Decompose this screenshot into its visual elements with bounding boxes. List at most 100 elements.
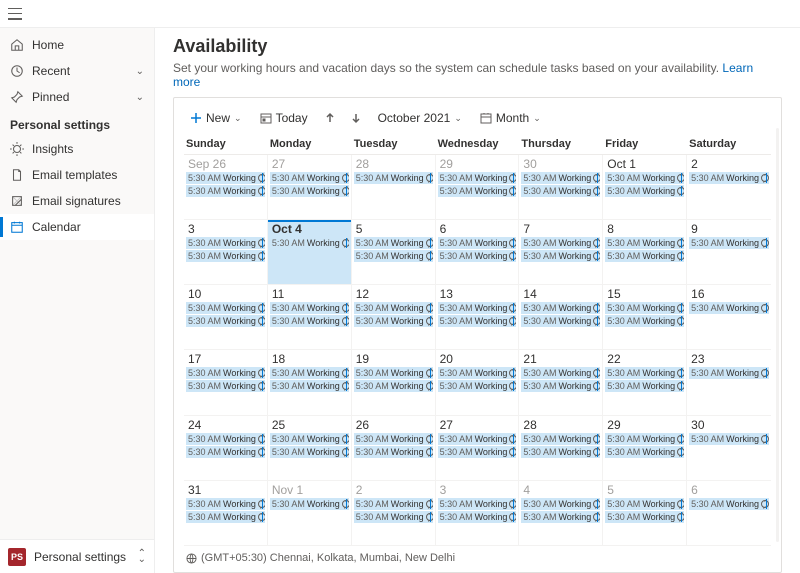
- view-picker[interactable]: Month ⌄: [474, 108, 547, 128]
- calendar-event[interactable]: 5:30 AMWorking: [438, 433, 517, 445]
- calendar-cell[interactable]: 305:30 AMWorking5:30 AMWorking: [519, 155, 603, 220]
- calendar-cell[interactable]: 315:30 AMWorking5:30 AMWorking: [184, 481, 268, 546]
- calendar-event[interactable]: 5:30 AMWorking: [270, 367, 349, 379]
- calendar-cell[interactable]: 245:30 AMWorking5:30 AMWorking: [184, 416, 268, 481]
- calendar-event[interactable]: 5:30 AMWorking: [521, 511, 600, 523]
- calendar-event[interactable]: 5:30 AMWorking: [186, 446, 265, 458]
- calendar-event[interactable]: 5:30 AMWorking: [521, 302, 600, 314]
- calendar-event[interactable]: 5:30 AMWorking: [689, 498, 769, 510]
- calendar-cell[interactable]: 125:30 AMWorking5:30 AMWorking: [352, 285, 436, 350]
- calendar-event[interactable]: 5:30 AMWorking: [270, 185, 349, 197]
- prev-button[interactable]: [320, 109, 340, 127]
- calendar-event[interactable]: 5:30 AMWorking: [438, 446, 517, 458]
- calendar-cell[interactable]: 295:30 AMWorking5:30 AMWorking: [436, 155, 520, 220]
- calendar-cell[interactable]: 25:30 AMWorking: [687, 155, 771, 220]
- calendar-event[interactable]: 5:30 AMWorking: [605, 498, 684, 510]
- calendar-cell[interactable]: 45:30 AMWorking5:30 AMWorking: [519, 481, 603, 546]
- today-button[interactable]: Today: [254, 108, 314, 128]
- calendar-event[interactable]: 5:30 AMWorking: [186, 172, 265, 184]
- calendar-cell[interactable]: 215:30 AMWorking5:30 AMWorking: [519, 350, 603, 415]
- calendar-cell[interactable]: 295:30 AMWorking5:30 AMWorking: [603, 416, 687, 481]
- calendar-event[interactable]: 5:30 AMWorking: [186, 367, 265, 379]
- sidebar-footer[interactable]: PS Personal settings ⌃⌄: [0, 539, 154, 573]
- calendar-event[interactable]: 5:30 AMWorking: [438, 367, 517, 379]
- timezone-row[interactable]: (GMT+05:30) Chennai, Kolkata, Mumbai, Ne…: [184, 546, 771, 566]
- calendar-event[interactable]: 5:30 AMWorking: [270, 498, 349, 510]
- calendar-cell[interactable]: 85:30 AMWorking5:30 AMWorking: [603, 220, 687, 285]
- calendar-cell[interactable]: 285:30 AMWorking: [352, 155, 436, 220]
- calendar-cell[interactable]: 105:30 AMWorking5:30 AMWorking: [184, 285, 268, 350]
- calendar-cell[interactable]: 135:30 AMWorking5:30 AMWorking: [436, 285, 520, 350]
- calendar-event[interactable]: 5:30 AMWorking: [354, 367, 433, 379]
- calendar-event[interactable]: 5:30 AMWorking: [438, 380, 517, 392]
- calendar-event[interactable]: 5:30 AMWorking: [521, 498, 600, 510]
- calendar-event[interactable]: 5:30 AMWorking: [605, 172, 684, 184]
- calendar-cell[interactable]: 185:30 AMWorking5:30 AMWorking: [268, 350, 352, 415]
- period-picker[interactable]: October 2021 ⌄: [372, 108, 468, 128]
- scrollbar[interactable]: [776, 128, 779, 542]
- calendar-event[interactable]: 5:30 AMWorking: [521, 433, 600, 445]
- calendar-event[interactable]: 5:30 AMWorking: [605, 250, 684, 262]
- calendar-event[interactable]: 5:30 AMWorking: [186, 302, 265, 314]
- calendar-event[interactable]: 5:30 AMWorking: [521, 380, 600, 392]
- calendar-event[interactable]: 5:30 AMWorking: [689, 237, 769, 249]
- nav-pinned[interactable]: Pinned ⌄: [0, 84, 154, 110]
- nav-email-templates[interactable]: Email templates: [0, 162, 154, 188]
- calendar-event[interactable]: 5:30 AMWorking: [605, 315, 684, 327]
- calendar-event[interactable]: 5:30 AMWorking: [186, 498, 265, 510]
- calendar-cell[interactable]: 95:30 AMWorking: [687, 220, 771, 285]
- calendar-event[interactable]: 5:30 AMWorking: [354, 511, 433, 523]
- calendar-event[interactable]: 5:30 AMWorking: [605, 367, 684, 379]
- calendar-event[interactable]: 5:30 AMWorking: [186, 250, 265, 262]
- calendar-cell[interactable]: 115:30 AMWorking5:30 AMWorking: [268, 285, 352, 350]
- calendar-cell[interactable]: 35:30 AMWorking5:30 AMWorking: [184, 220, 268, 285]
- calendar-event[interactable]: 5:30 AMWorking: [270, 302, 349, 314]
- calendar-cell[interactable]: 305:30 AMWorking: [687, 416, 771, 481]
- calendar-cell[interactable]: 165:30 AMWorking: [687, 285, 771, 350]
- calendar-event[interactable]: 5:30 AMWorking: [605, 185, 684, 197]
- calendar-cell[interactable]: 55:30 AMWorking5:30 AMWorking: [352, 220, 436, 285]
- calendar-cell[interactable]: 145:30 AMWorking5:30 AMWorking: [519, 285, 603, 350]
- calendar-cell[interactable]: 55:30 AMWorking5:30 AMWorking: [603, 481, 687, 546]
- calendar-event[interactable]: 5:30 AMWorking: [605, 380, 684, 392]
- calendar-event[interactable]: 5:30 AMWorking: [689, 172, 769, 184]
- calendar-event[interactable]: 5:30 AMWorking: [438, 302, 517, 314]
- calendar-cell[interactable]: 35:30 AMWorking5:30 AMWorking: [436, 481, 520, 546]
- nav-home[interactable]: Home: [0, 32, 154, 58]
- calendar-cell[interactable]: 195:30 AMWorking5:30 AMWorking: [352, 350, 436, 415]
- calendar-event[interactable]: 5:30 AMWorking: [438, 315, 517, 327]
- calendar-event[interactable]: 5:30 AMWorking: [354, 302, 433, 314]
- calendar-cell[interactable]: 285:30 AMWorking5:30 AMWorking: [519, 416, 603, 481]
- nav-calendar[interactable]: Calendar: [0, 214, 154, 240]
- calendar-cell[interactable]: 255:30 AMWorking5:30 AMWorking: [268, 416, 352, 481]
- calendar-cell[interactable]: 275:30 AMWorking5:30 AMWorking: [436, 416, 520, 481]
- calendar-event[interactable]: 5:30 AMWorking: [605, 302, 684, 314]
- calendar-event[interactable]: 5:30 AMWorking: [186, 237, 265, 249]
- calendar-cell[interactable]: 75:30 AMWorking5:30 AMWorking: [519, 220, 603, 285]
- calendar-event[interactable]: 5:30 AMWorking: [270, 237, 349, 249]
- calendar-event[interactable]: 5:30 AMWorking: [689, 302, 769, 314]
- calendar-event[interactable]: 5:30 AMWorking: [186, 315, 265, 327]
- calendar-event[interactable]: 5:30 AMWorking: [521, 237, 600, 249]
- calendar-event[interactable]: 5:30 AMWorking: [354, 380, 433, 392]
- calendar-event[interactable]: 5:30 AMWorking: [521, 446, 600, 458]
- calendar-event[interactable]: 5:30 AMWorking: [354, 433, 433, 445]
- calendar-cell[interactable]: Oct 15:30 AMWorking5:30 AMWorking: [603, 155, 687, 220]
- calendar-event[interactable]: 5:30 AMWorking: [521, 172, 600, 184]
- nav-insights[interactable]: Insights: [0, 136, 154, 162]
- calendar-event[interactable]: 5:30 AMWorking: [354, 237, 433, 249]
- new-button[interactable]: New ⌄: [184, 108, 248, 128]
- calendar-event[interactable]: 5:30 AMWorking: [270, 315, 349, 327]
- calendar-event[interactable]: 5:30 AMWorking: [689, 433, 769, 445]
- calendar-event[interactable]: 5:30 AMWorking: [605, 433, 684, 445]
- nav-recent[interactable]: Recent ⌄: [0, 58, 154, 84]
- calendar-cell[interactable]: 235:30 AMWorking: [687, 350, 771, 415]
- calendar-event[interactable]: 5:30 AMWorking: [605, 446, 684, 458]
- calendar-event[interactable]: 5:30 AMWorking: [438, 250, 517, 262]
- calendar-event[interactable]: 5:30 AMWorking: [354, 315, 433, 327]
- calendar-event[interactable]: 5:30 AMWorking: [438, 237, 517, 249]
- calendar-event[interactable]: 5:30 AMWorking: [521, 185, 600, 197]
- calendar-cell[interactable]: 225:30 AMWorking5:30 AMWorking: [603, 350, 687, 415]
- calendar-cell[interactable]: 65:30 AMWorking5:30 AMWorking: [436, 220, 520, 285]
- next-button[interactable]: [346, 109, 366, 127]
